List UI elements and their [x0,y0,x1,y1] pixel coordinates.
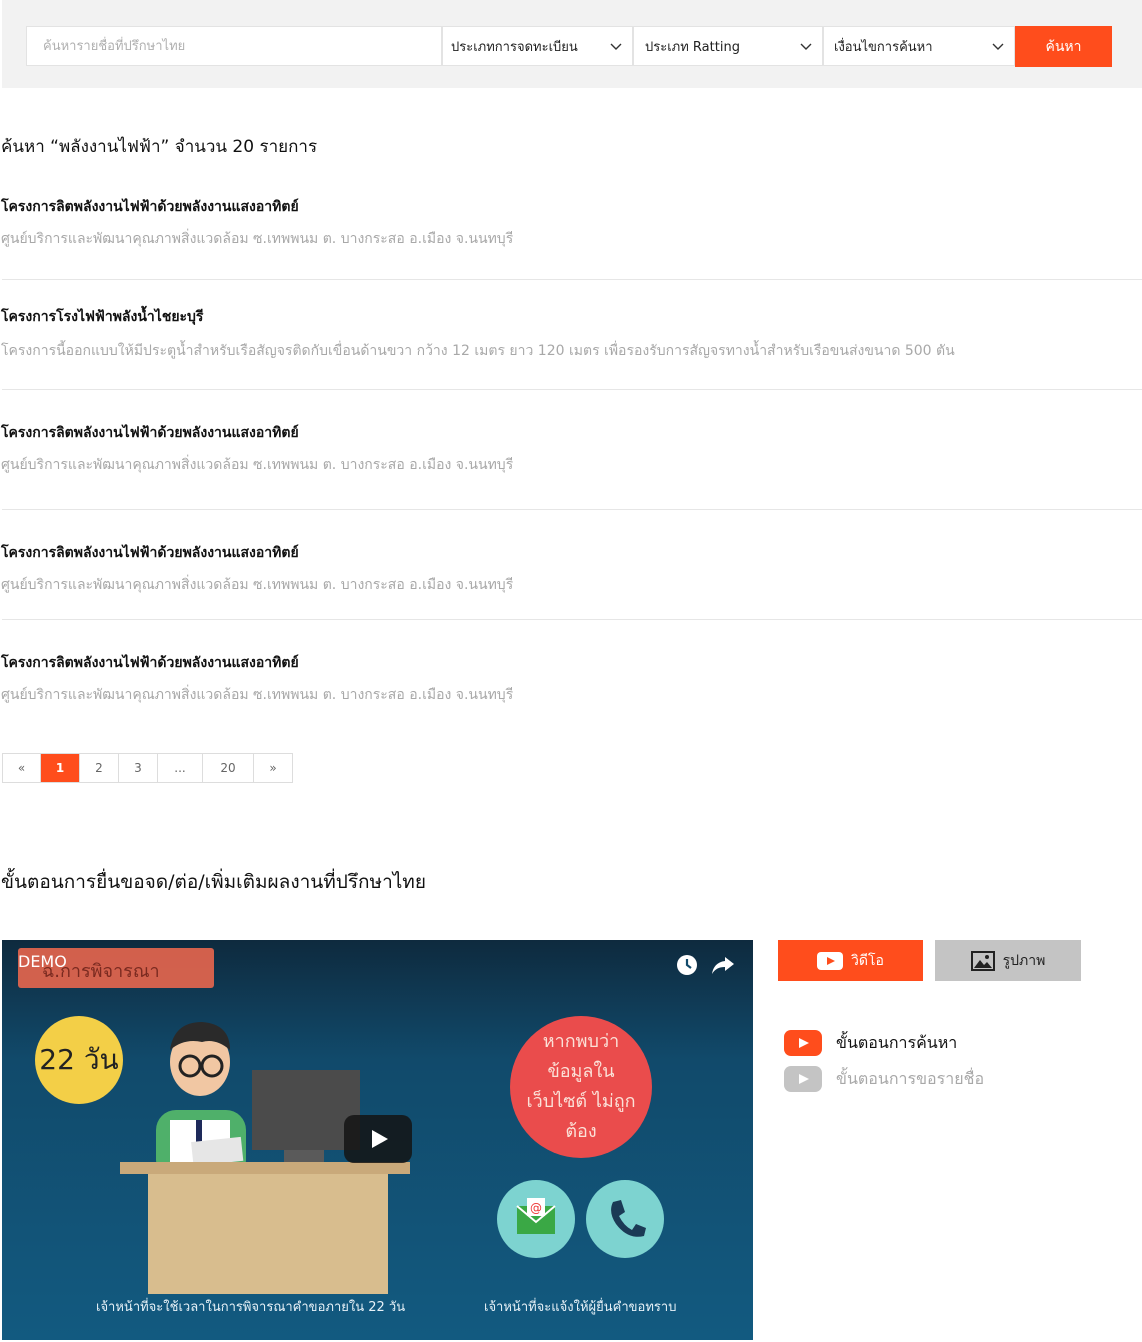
play-icon [372,1130,388,1148]
divider [2,619,1142,620]
search-condition-select[interactable]: เงื่อนไขการค้นหา [823,26,1015,66]
page-20[interactable]: 20 [203,754,254,782]
search-button[interactable]: ค้นหา [1015,26,1112,67]
divider [2,279,1142,280]
video-player[interactable]: ฉ.การพิจารณา DEMO [2,940,753,1340]
search-bar: ประเภทการจดทะเบียน ประเภท Ratting เงื่อน… [2,0,1142,88]
youtube-icon [817,951,844,970]
demo-label: DEMO [18,952,67,971]
image-icon [970,950,995,971]
result-title[interactable]: โครงการโรงไฟฟ้าพลังน้ำไชยะบุรี [1,306,1142,328]
divider [2,389,1142,390]
page-ellipsis: ... [158,754,203,782]
search-input[interactable] [26,26,442,66]
playlist-item-request[interactable]: ขั้นตอนการขอรายชื่อ [784,1066,984,1092]
page-next[interactable]: » [254,754,292,782]
tab-video-label: วิดีโอ [851,952,884,969]
mail-icon: @ [497,1180,575,1258]
section-title: ขั้นตอนการยื่นขอจด/ต่อ/เพิ่มเติมผลงานที่… [1,871,426,893]
page-prev[interactable]: « [3,754,41,782]
playlist-item-label: ขั้นตอนการขอรายชื่อ [836,1068,985,1088]
result-description: ศูนย์บริการและพัฒนาคุณภาพสิ่งแวดล้อม ซ.เ… [1,577,514,593]
tab-photo-label: รูปภาพ [1002,952,1046,969]
playlist-item-search[interactable]: ขั้นตอนการค้นหา [784,1030,957,1056]
chevron-down-icon [992,43,1004,50]
divider [2,509,1142,510]
result-item[interactable]: โครงการโรงไฟฟ้าพลังน้ำไชยะบุรี โครงการนี… [1,306,1142,362]
page-2[interactable]: 2 [80,754,119,782]
notice-bubble: หากพบว่า ข้อมูลในเว็บไซต์ ไม่ถูกต้อง [510,1016,652,1158]
result-item[interactable]: โครงการลิตพลังงานไฟฟ้าด้วยพลังงานแสงอาทิ… [1,422,1142,476]
result-description: โครงการนี้ออกแบบให้มีประตูน้ำสำหรับเรือส… [1,343,955,359]
svg-text:@: @ [530,1201,542,1215]
tab-video[interactable]: วิดีโอ [778,940,923,981]
share-icon[interactable] [710,952,736,978]
result-item[interactable]: โครงการลิตพลังงานไฟฟ้าด้วยพลังงานแสงอาทิ… [1,652,1142,706]
youtube-icon [784,1030,822,1056]
result-item[interactable]: โครงการลิตพลังงานไฟฟ้าด้วยพลังงานแสงอาทิ… [1,542,1142,596]
results-heading: ค้นหา “พลังงานไฟฟ้า” จำนวน 20 รายการ [1,137,318,157]
tab-photo[interactable]: รูปภาพ [935,940,1081,981]
playlist-item-label: ขั้นตอนการค้นหา [836,1032,958,1052]
result-description: ศูนย์บริการและพัฒนาคุณภาพสิ่งแวดล้อม ซ.เ… [1,687,514,703]
rating-type-label: ประเภท Ratting [645,39,740,55]
chevron-down-icon [800,43,812,50]
video-caption-left: เจ้าหน้าที่จะใช้เวลาในการพิจารณาคำขอภายใ… [96,1300,406,1315]
rating-type-select[interactable]: ประเภท Ratting [633,26,823,66]
result-title[interactable]: โครงการลิตพลังงานไฟฟ้าด้วยพลังงานแสงอาทิ… [1,542,1142,564]
result-title[interactable]: โครงการลิตพลังงานไฟฟ้าด้วยพลังงานแสงอาทิ… [1,652,1142,674]
search-condition-label: เงื่อนไขการค้นหา [834,39,933,55]
notice-bubble-text: หากพบว่า ข้อมูลในเว็บไซต์ ไม่ถูกต้อง [526,1031,636,1142]
registration-type-label: ประเภทการจดทะเบียน [451,39,578,55]
chevron-down-icon [610,43,622,50]
page-3[interactable]: 3 [119,754,158,782]
result-title[interactable]: โครงการลิตพลังงานไฟฟ้าด้วยพลังงานแสงอาทิ… [1,422,1142,444]
registration-type-select[interactable]: ประเภทการจดทะเบียน [442,26,633,66]
clock-icon[interactable] [674,952,700,978]
youtube-icon [784,1066,822,1092]
video-caption-right: เจ้าหน้าที่จะแจ้งให้ผู้ยื่นคำขอทราบ [484,1300,677,1315]
page-1[interactable]: 1 [41,754,80,782]
result-item[interactable]: โครงการลิตพลังงานไฟฟ้าด้วยพลังงานแสงอาทิ… [1,196,1142,250]
result-description: ศูนย์บริการและพัฒนาคุณภาพสิ่งแวดล้อม ซ.เ… [1,457,514,473]
result-title[interactable]: โครงการลิตพลังงานไฟฟ้าด้วยพลังงานแสงอาทิ… [1,196,1142,218]
result-description: ศูนย์บริการและพัฒนาคุณภาพสิ่งแวดล้อม ซ.เ… [1,231,514,247]
play-button[interactable] [344,1115,412,1163]
pagination: « 1 2 3 ... 20 » [2,753,293,783]
phone-icon [586,1180,664,1258]
days-badge: 22 วัน [35,1016,123,1104]
